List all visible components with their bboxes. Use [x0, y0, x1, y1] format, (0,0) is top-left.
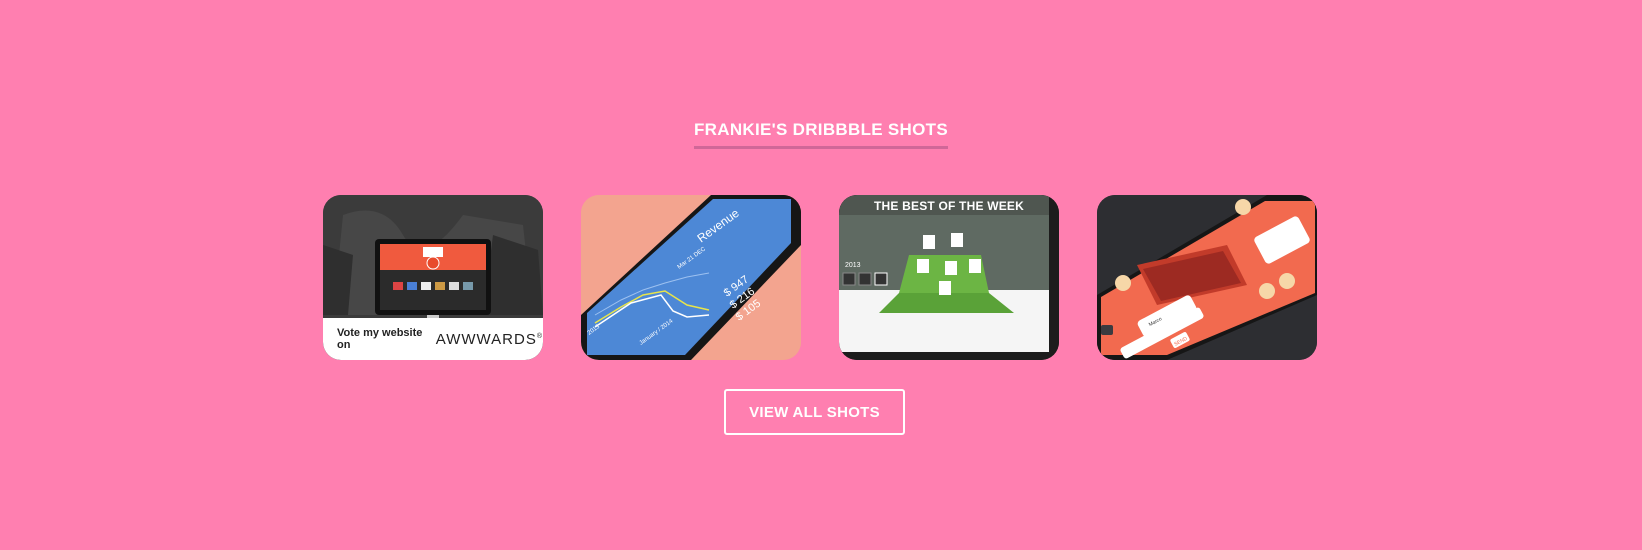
awwwards-brand-text: AWWWARDS [435, 330, 537, 348]
shots-grid: Vote my website on AWWWARDS® Revenue $ 9… [323, 195, 1319, 360]
shot-card-chat[interactable]: SEND Marco [1097, 195, 1317, 360]
vote-text: Vote my website on [337, 327, 423, 351]
best-of-week-heading: THE BEST OF THE WEEK [873, 199, 1024, 213]
awwwards-vote-bar: Vote my website on AWWWARDS® [323, 318, 543, 360]
chat-shot-image: SEND Marco [1097, 195, 1317, 360]
section-header: FRANKIE'S DRIBBBLE SHOTS [0, 120, 1642, 149]
best-of-week-shot-image: 2013 [839, 195, 1059, 360]
revenue-shot-image: Revenue $ 947 $ 216 $ 105 Mar 21 DEC 201… [581, 195, 801, 360]
awwwards-logo: AWWWARDS® [436, 331, 543, 348]
shot-card-awwwards[interactable]: Vote my website on AWWWARDS® [323, 195, 543, 360]
awwwards-brand-mark: ® [536, 332, 543, 340]
shot-card-best-of-week[interactable]: 2013 THE BEST OF THE WEEK [839, 195, 1059, 360]
shot-card-revenue[interactable]: Revenue $ 947 $ 216 $ 105 Mar 21 DEC 201… [581, 195, 801, 360]
section-title: FRANKIE'S DRIBBBLE SHOTS [694, 120, 948, 149]
best-year-label: 2013 [845, 262, 861, 269]
view-all-shots-button[interactable]: VIEW ALL SHOTS [724, 389, 905, 435]
